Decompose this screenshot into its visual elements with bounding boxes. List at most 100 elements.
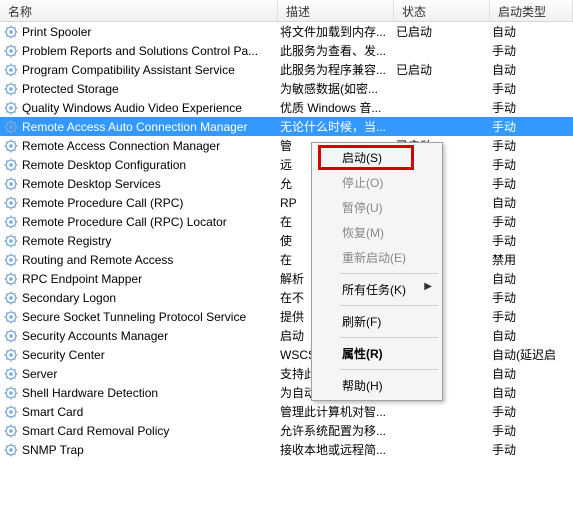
service-name-cell[interactable]: Protected Storage (0, 82, 278, 96)
service-start-cell: 手动 (490, 213, 573, 230)
service-name-label: Problem Reports and Solutions Control Pa… (22, 44, 258, 58)
gear-icon (4, 424, 18, 438)
gear-icon (4, 386, 18, 400)
service-start-cell: 手动 (490, 308, 573, 325)
service-desc-cell: 管理此计算机对智... (278, 403, 394, 420)
column-start-header[interactable]: 启动类型 (490, 0, 573, 21)
service-name-label: Smart Card Removal Policy (22, 424, 169, 438)
service-name-cell[interactable]: Remote Procedure Call (RPC) (0, 196, 278, 210)
service-desc-cell: 允许系统配置为移... (278, 422, 394, 439)
menu-start[interactable]: 启动(S) (314, 145, 440, 170)
gear-icon (4, 120, 18, 134)
service-name-cell[interactable]: Remote Registry (0, 234, 278, 248)
table-row[interactable]: Print Spooler将文件加载到内存...已启动自动 (0, 22, 573, 41)
gear-icon (4, 348, 18, 362)
menu-all-tasks[interactable]: 所有任务(K) ▶ (314, 277, 440, 302)
table-row[interactable]: Quality Windows Audio Video Experience 优质… (0, 98, 573, 117)
table-row[interactable]: RPC Endpoint Mapper解析已启动自动 (0, 269, 573, 288)
menu-help[interactable]: 帮助(H) (314, 373, 440, 398)
service-name-cell[interactable]: Remote Procedure Call (RPC) Locator (0, 215, 278, 229)
column-desc-header[interactable]: 描述 (278, 0, 394, 21)
menu-stop: 停止(O) (314, 170, 440, 195)
table-row[interactable]: Program Compatibility Assistant Service此… (0, 60, 573, 79)
table-row[interactable]: Remote Registry使手动 (0, 231, 573, 250)
gear-icon (4, 234, 18, 248)
service-name-cell[interactable]: Quality Windows Audio Video Experience (0, 101, 278, 115)
service-name-cell[interactable]: Server (0, 367, 278, 381)
service-name-cell[interactable]: Remote Access Auto Connection Manager (0, 120, 278, 134)
service-name-cell[interactable]: Secure Socket Tunneling Protocol Service (0, 310, 278, 324)
service-name-cell[interactable]: Security Accounts Manager (0, 329, 278, 343)
table-row[interactable]: Smart Card Removal Policy允许系统配置为移...手动 (0, 421, 573, 440)
service-name-cell[interactable]: SNMP Trap (0, 443, 278, 457)
service-name-cell[interactable]: Program Compatibility Assistant Service (0, 63, 278, 77)
service-start-cell: 手动 (490, 232, 573, 249)
service-name-cell[interactable]: Smart Card Removal Policy (0, 424, 278, 438)
menu-resume: 恢复(M) (314, 220, 440, 245)
table-row[interactable]: SNMP Trap接收本地或远程简...手动 (0, 440, 573, 459)
menu-pause: 暂停(U) (314, 195, 440, 220)
service-name-label: Security Accounts Manager (22, 329, 168, 343)
service-start-cell: 手动 (490, 403, 573, 420)
service-name-cell[interactable]: Remote Access Connection Manager (0, 139, 278, 153)
table-row[interactable]: Secure Socket Tunneling Protocol Service… (0, 307, 573, 326)
menu-refresh[interactable]: 刷新(F) (314, 309, 440, 334)
menu-properties[interactable]: 属性(R) (314, 341, 440, 366)
menu-divider (340, 273, 438, 274)
service-name-cell[interactable]: Problem Reports and Solutions Control Pa… (0, 44, 278, 58)
service-desc-cell: 将文件加载到内存... (278, 23, 394, 40)
column-name-header[interactable]: 名称 (0, 0, 278, 21)
table-row[interactable]: Remote Procedure Call (RPC)RP已启动自动 (0, 193, 573, 212)
table-row[interactable]: Remote Procedure Call (RPC) Locator在手动 (0, 212, 573, 231)
service-name-cell[interactable]: Smart Card (0, 405, 278, 419)
table-row[interactable]: Server支持此计算机通过...已启动自动 (0, 364, 573, 383)
table-row[interactable]: Secondary Logon在不手动 (0, 288, 573, 307)
service-start-cell: 自动 (490, 365, 573, 382)
service-name-cell[interactable]: Shell Hardware Detection (0, 386, 278, 400)
gear-icon (4, 177, 18, 191)
service-start-cell: 自动 (490, 270, 573, 287)
service-name-cell[interactable]: Print Spooler (0, 25, 278, 39)
gear-icon (4, 158, 18, 172)
table-row[interactable]: Security Accounts Manager启动已启动自动 (0, 326, 573, 345)
service-start-cell: 自动 (490, 384, 573, 401)
service-name-cell[interactable]: Remote Desktop Services (0, 177, 278, 191)
table-row[interactable]: Remote Access Auto Connection Manager无论什… (0, 117, 573, 136)
service-name-label: Routing and Remote Access (22, 253, 173, 267)
service-desc-cell: 优质 Windows 音... (278, 99, 394, 116)
service-start-cell: 自动 (490, 23, 573, 40)
gear-icon (4, 44, 18, 58)
gear-icon (4, 25, 18, 39)
service-name-cell[interactable]: RPC Endpoint Mapper (0, 272, 278, 286)
service-name-label: Remote Desktop Configuration (22, 158, 186, 172)
service-start-cell: 手动 (490, 118, 573, 135)
service-status-cell: 已启动 (394, 61, 490, 78)
service-name-cell[interactable]: Remote Desktop Configuration (0, 158, 278, 172)
service-name-label: Smart Card (22, 405, 83, 419)
service-name-label: Remote Procedure Call (RPC) (22, 196, 183, 210)
service-name-label: Security Center (22, 348, 105, 362)
service-desc-cell: 此服务为查看、发... (278, 42, 394, 59)
service-name-label: Quality Windows Audio Video Experience (22, 101, 242, 115)
table-row[interactable]: Remote Access Connection Manager管已启动手动 (0, 136, 573, 155)
gear-icon (4, 196, 18, 210)
service-name-cell[interactable]: Routing and Remote Access (0, 253, 278, 267)
table-row[interactable]: Problem Reports and Solutions Control Pa… (0, 41, 573, 60)
table-row[interactable]: Shell Hardware Detection为自动播放硬件事...已启动自动 (0, 383, 573, 402)
service-start-cell: 手动 (490, 441, 573, 458)
gear-icon (4, 215, 18, 229)
service-name-label: SNMP Trap (22, 443, 84, 457)
table-row[interactable]: Remote Desktop Services允手动 (0, 174, 573, 193)
service-name-cell[interactable]: Secondary Logon (0, 291, 278, 305)
service-name-cell[interactable]: Security Center (0, 348, 278, 362)
services-table: Print Spooler将文件加载到内存...已启动自动Problem Rep… (0, 22, 573, 459)
menu-divider (340, 305, 438, 306)
column-status-header[interactable]: 状态 (394, 0, 490, 21)
table-row[interactable]: Smart Card 管理此计算机对智... 手动 (0, 402, 573, 421)
table-row[interactable]: Routing and Remote Access在禁用 (0, 250, 573, 269)
service-name-label: Secondary Logon (22, 291, 116, 305)
service-start-cell: 禁用 (490, 251, 573, 268)
table-row[interactable]: Remote Desktop Configuration远手动 (0, 155, 573, 174)
table-row[interactable]: Protected Storage为敏感数据(如密...手动 (0, 79, 573, 98)
table-row[interactable]: Security CenterWSCSVC(Windo...已启动自动(延迟启 (0, 345, 573, 364)
